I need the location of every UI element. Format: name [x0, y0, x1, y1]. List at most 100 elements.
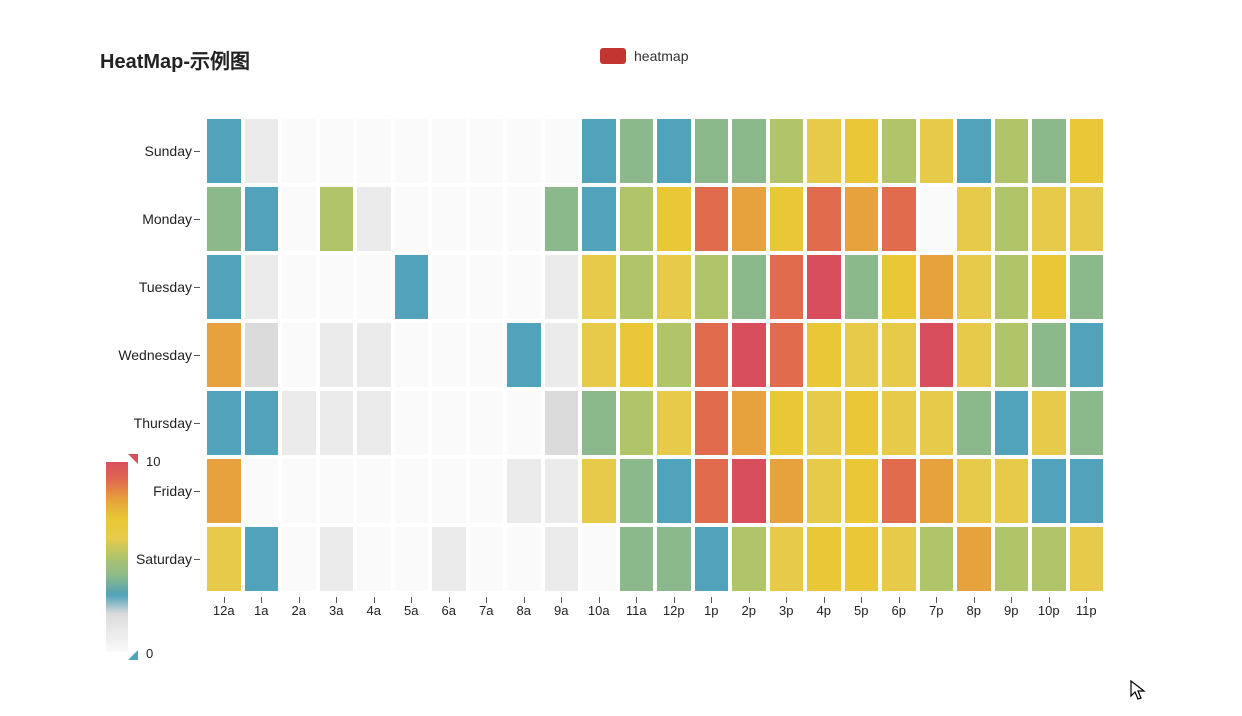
heatmap-cell[interactable] — [205, 321, 243, 389]
heatmap-cell[interactable] — [730, 185, 768, 253]
heatmap-cell[interactable] — [843, 525, 881, 593]
heatmap-cell[interactable] — [580, 457, 618, 525]
heatmap-cell[interactable] — [318, 185, 356, 253]
heatmap-cell[interactable] — [1068, 457, 1106, 525]
heatmap-cell[interactable] — [468, 253, 506, 321]
heatmap-cell[interactable] — [243, 525, 281, 593]
heatmap-cell[interactable] — [655, 525, 693, 593]
heatmap-cell[interactable] — [318, 117, 356, 185]
heatmap-cell[interactable] — [243, 321, 281, 389]
heatmap-cell[interactable] — [393, 117, 431, 185]
heatmap-cell[interactable] — [280, 389, 318, 457]
heatmap-cell[interactable] — [505, 185, 543, 253]
heatmap-cell[interactable] — [543, 525, 581, 593]
heatmap-cell[interactable] — [693, 321, 731, 389]
heatmap-cell[interactable] — [468, 117, 506, 185]
heatmap-cell[interactable] — [805, 253, 843, 321]
heatmap-cell[interactable] — [318, 525, 356, 593]
heatmap-cell[interactable] — [618, 253, 656, 321]
heatmap-cell[interactable] — [918, 389, 956, 457]
heatmap-cell[interactable] — [1068, 321, 1106, 389]
heatmap-cell[interactable] — [318, 253, 356, 321]
heatmap-cell[interactable] — [543, 253, 581, 321]
heatmap-cell[interactable] — [243, 389, 281, 457]
heatmap-cell[interactable] — [993, 457, 1031, 525]
heatmap-cell[interactable] — [655, 117, 693, 185]
heatmap-cell[interactable] — [618, 525, 656, 593]
heatmap-cell[interactable] — [805, 525, 843, 593]
heatmap-cell[interactable] — [205, 457, 243, 525]
heatmap-cell[interactable] — [768, 253, 806, 321]
heatmap-cell[interactable] — [543, 457, 581, 525]
heatmap-cell[interactable] — [843, 185, 881, 253]
heatmap-cell[interactable] — [505, 389, 543, 457]
heatmap-cell[interactable] — [880, 321, 918, 389]
heatmap-cell[interactable] — [1030, 389, 1068, 457]
heatmap-cell[interactable] — [393, 457, 431, 525]
heatmap-cell[interactable] — [843, 253, 881, 321]
heatmap-cell[interactable] — [880, 457, 918, 525]
heatmap-cell[interactable] — [243, 117, 281, 185]
heatmap-cell[interactable] — [1068, 253, 1106, 321]
heatmap-cell[interactable] — [468, 321, 506, 389]
heatmap-cell[interactable] — [693, 457, 731, 525]
heatmap-cell[interactable] — [543, 185, 581, 253]
heatmap-cell[interactable] — [505, 321, 543, 389]
heatmap-grid[interactable] — [205, 117, 1105, 593]
heatmap-cell[interactable] — [430, 525, 468, 593]
heatmap-cell[interactable] — [655, 457, 693, 525]
heatmap-cell[interactable] — [655, 389, 693, 457]
heatmap-cell[interactable] — [280, 321, 318, 389]
heatmap-cell[interactable] — [955, 457, 993, 525]
heatmap-cell[interactable] — [580, 253, 618, 321]
heatmap-cell[interactable] — [205, 185, 243, 253]
heatmap-cell[interactable] — [618, 389, 656, 457]
heatmap-cell[interactable] — [693, 117, 731, 185]
heatmap-cell[interactable] — [280, 117, 318, 185]
heatmap-cell[interactable] — [468, 185, 506, 253]
heatmap-cell[interactable] — [730, 321, 768, 389]
heatmap-cell[interactable] — [655, 253, 693, 321]
heatmap-cell[interactable] — [580, 321, 618, 389]
heatmap-cell[interactable] — [993, 253, 1031, 321]
heatmap-cell[interactable] — [1030, 321, 1068, 389]
heatmap-cell[interactable] — [580, 185, 618, 253]
heatmap-cell[interactable] — [430, 321, 468, 389]
heatmap-cell[interactable] — [580, 389, 618, 457]
heatmap-cell[interactable] — [468, 389, 506, 457]
heatmap-cell[interactable] — [618, 117, 656, 185]
heatmap-cell[interactable] — [1030, 457, 1068, 525]
heatmap-cell[interactable] — [318, 389, 356, 457]
heatmap-cell[interactable] — [430, 457, 468, 525]
heatmap-cell[interactable] — [805, 321, 843, 389]
heatmap-cell[interactable] — [393, 389, 431, 457]
heatmap-cell[interactable] — [955, 321, 993, 389]
heatmap-cell[interactable] — [505, 117, 543, 185]
heatmap-cell[interactable] — [993, 185, 1031, 253]
heatmap-cell[interactable] — [505, 457, 543, 525]
heatmap-cell[interactable] — [880, 185, 918, 253]
heatmap-cell[interactable] — [1068, 185, 1106, 253]
heatmap-cell[interactable] — [730, 389, 768, 457]
heatmap-cell[interactable] — [1068, 389, 1106, 457]
heatmap-cell[interactable] — [918, 253, 956, 321]
visualmap[interactable]: 10 0 — [106, 454, 196, 674]
heatmap-cell[interactable] — [505, 525, 543, 593]
heatmap-cell[interactable] — [318, 321, 356, 389]
heatmap-cell[interactable] — [1030, 525, 1068, 593]
heatmap-cell[interactable] — [993, 389, 1031, 457]
heatmap-cell[interactable] — [280, 253, 318, 321]
heatmap-cell[interactable] — [730, 253, 768, 321]
heatmap-cell[interactable] — [430, 185, 468, 253]
heatmap-cell[interactable] — [618, 185, 656, 253]
heatmap-cell[interactable] — [243, 457, 281, 525]
heatmap-cell[interactable] — [655, 185, 693, 253]
legend[interactable]: heatmap — [600, 48, 688, 64]
heatmap-cell[interactable] — [843, 389, 881, 457]
heatmap-cell[interactable] — [880, 525, 918, 593]
heatmap-cell[interactable] — [1068, 525, 1106, 593]
heatmap-cell[interactable] — [355, 185, 393, 253]
heatmap-cell[interactable] — [955, 389, 993, 457]
heatmap-cell[interactable] — [205, 525, 243, 593]
heatmap-cell[interactable] — [543, 117, 581, 185]
